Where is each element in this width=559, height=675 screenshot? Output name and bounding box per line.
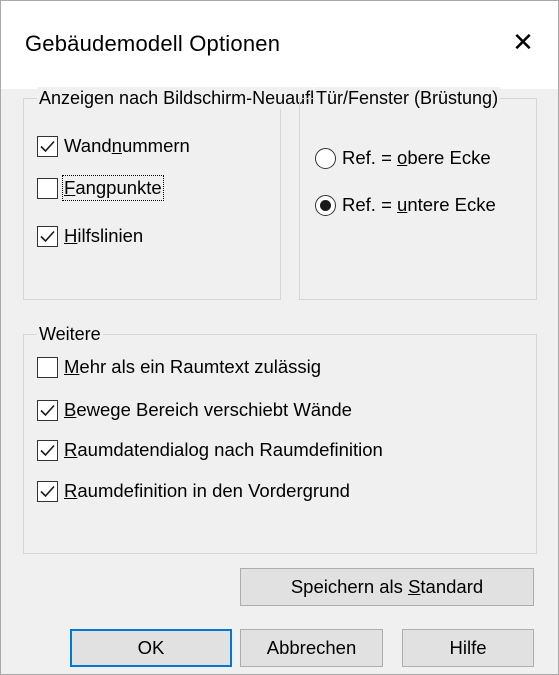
room-data-dialog-label: Raumdatendialog nach Raumdefinition [64,439,383,460]
checkbox-snap-points[interactable]: Fangpunkte [37,175,164,201]
checkbox-multiple-room-text[interactable]: Mehr als ein Raumtext zulässig [37,356,321,378]
checkmark-icon [40,485,55,497]
move-area-walls-label: Bewege Bereich verschiebt Wände [64,399,352,420]
ok-button[interactable]: OK [70,629,232,667]
checkbox-help-lines[interactable]: Hilfslinien [37,225,143,247]
checkmark-icon [40,230,55,242]
door-window-group-legend: Tür/Fenster (Brüstung) [314,87,501,109]
lower-corner-label: Ref. = untere Ecke [342,194,496,215]
snap-points-checkbox-box[interactable] [37,177,58,199]
wall-numbers-label: Wandnummern [64,135,190,156]
help-button[interactable]: Hilfe [402,629,534,667]
close-button[interactable]: ✕ [500,19,546,65]
checkbox-room-data-dialog[interactable]: Raumdatendialog nach Raumdefinition [37,439,383,461]
upper-corner-label: Ref. = obere Ecke [342,147,491,168]
save-as-default-label: Speichern als Standard [290,576,484,597]
checkmark-icon [40,404,55,416]
title-bar: Gebäudemodell Optionen ✕ [1,1,558,89]
display-options-group: Anzeigen nach Bildschirm-Neuaufbau Wandn… [23,87,313,300]
more-options-group: Weitere Mehr als ein Raumtext zulässig B… [23,323,537,554]
close-icon: ✕ [512,27,534,57]
checkmark-icon [40,444,55,456]
checkbox-wall-numbers[interactable]: Wandnummern [37,135,190,157]
display-group-legend: Anzeigen nach Bildschirm-Neuaufbau [37,87,313,109]
room-foreground-label: Raumdefinition in den Vordergrund [64,480,350,501]
save-as-default-button[interactable]: Speichern als Standard [240,568,534,606]
ok-label: OK [137,637,165,658]
snap-points-label: Fangpunkte [62,175,164,201]
more-group-legend: Weitere [37,323,103,345]
cancel-label: Abbrechen [266,637,357,658]
help-label: Hilfe [449,637,487,658]
radio-selected-dot [320,199,331,211]
multiple-room-text-checkbox-box[interactable] [37,356,58,378]
room-foreground-checkbox-box[interactable] [37,480,58,502]
room-data-dialog-checkbox-box[interactable] [37,439,58,461]
checkmark-icon [40,140,55,152]
checkbox-room-foreground[interactable]: Raumdefinition in den Vordergrund [37,480,350,502]
cancel-button[interactable]: Abbrechen [240,629,383,667]
lower-corner-radio-circle[interactable] [315,194,336,216]
options-dialog: Gebäudemodell Optionen ✕ Anzeigen nach B… [0,0,559,675]
radio-lower-corner[interactable]: Ref. = untere Ecke [315,194,496,216]
upper-corner-radio-circle[interactable] [315,147,336,169]
door-window-group: Tür/Fenster (Brüstung) Ref. = obere Ecke… [299,87,537,300]
radio-upper-corner[interactable]: Ref. = obere Ecke [315,147,491,169]
dialog-title: Gebäudemodell Optionen [25,31,281,56]
help-lines-checkbox-box[interactable] [37,225,58,247]
checkbox-move-area-walls[interactable]: Bewege Bereich verschiebt Wände [37,399,352,421]
multiple-room-text-label: Mehr als ein Raumtext zulässig [64,356,322,377]
move-area-walls-checkbox-box[interactable] [37,399,58,421]
wall-numbers-checkbox-box[interactable] [37,135,58,157]
help-lines-label: Hilfslinien [64,225,144,246]
